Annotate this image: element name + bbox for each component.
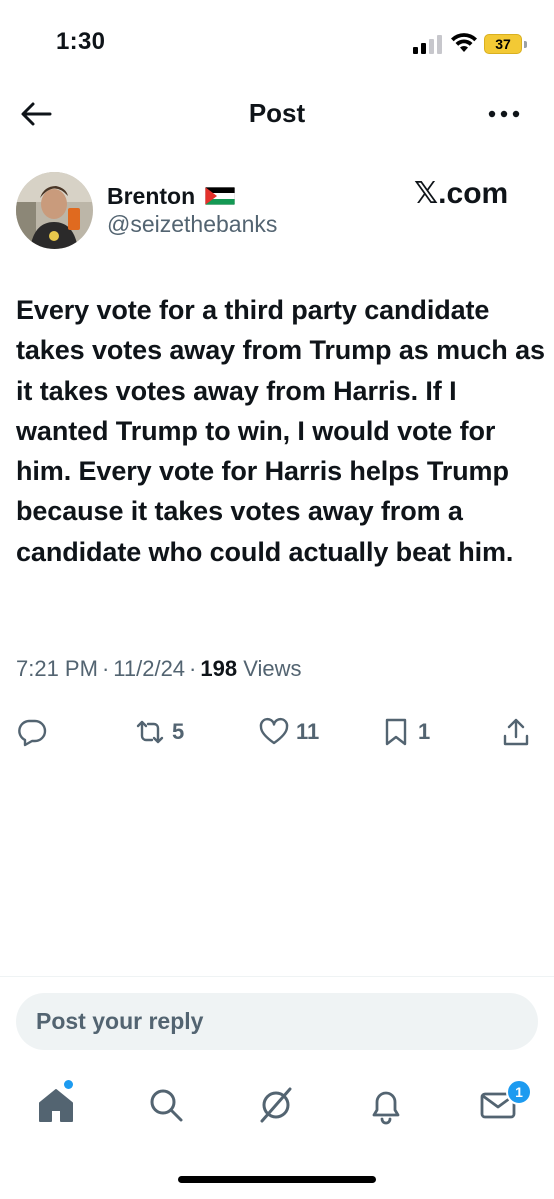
wifi-icon xyxy=(451,33,477,52)
status-time: 1:30 xyxy=(56,28,106,55)
like-count: 11 xyxy=(296,719,320,744)
meta-separator: · xyxy=(189,656,197,681)
xcom-watermark: 𝕏.com xyxy=(414,177,509,210)
home-icon xyxy=(39,1089,73,1122)
meta-separator: · xyxy=(101,656,110,681)
grok-icon xyxy=(260,1087,292,1123)
heart-icon xyxy=(259,717,289,745)
tab-home[interactable] xyxy=(34,1083,78,1127)
header: Post xyxy=(0,86,554,142)
repost-count: 5 xyxy=(172,719,185,744)
bookmark-count: 1 xyxy=(418,719,431,744)
reply-input[interactable] xyxy=(36,993,516,1050)
avatar[interactable] xyxy=(16,172,93,249)
reply-composer[interactable] xyxy=(16,993,538,1050)
post-date: 11/2/24 xyxy=(113,656,186,681)
bottom-tab-bar xyxy=(0,1075,554,1135)
reply-button[interactable] xyxy=(16,710,48,754)
status-bar: 1:30 37 xyxy=(0,0,554,86)
user-handle[interactable]: @seizethebanks xyxy=(107,211,277,238)
home-indicator xyxy=(178,1176,376,1183)
page-title: Post xyxy=(248,98,306,128)
reply-icon xyxy=(18,719,47,747)
more-dots-icon[interactable] xyxy=(484,98,524,130)
search-icon xyxy=(150,1089,183,1122)
divider xyxy=(0,976,554,977)
messages-badge: 1 xyxy=(506,1079,532,1105)
post-meta: 7:21 PM · 11/2/24 · 198 Views xyxy=(16,656,302,682)
battery-level: 37 xyxy=(495,36,511,52)
views-count: 198 xyxy=(200,656,238,681)
repost-button[interactable]: 5 xyxy=(134,710,184,754)
display-name[interactable]: Brenton xyxy=(107,183,195,210)
share-icon xyxy=(503,718,529,746)
battery-icon: 37 xyxy=(484,34,522,54)
home-unread-dot xyxy=(64,1080,73,1089)
share-button[interactable] xyxy=(500,710,532,754)
tab-search[interactable] xyxy=(144,1083,188,1127)
post-text: Every vote for a third party candidate t… xyxy=(16,295,545,567)
palestine-flag-icon xyxy=(205,187,236,205)
post-time: 7:21 PM xyxy=(16,656,98,681)
repost-icon xyxy=(136,720,164,744)
cellular-signal-icon xyxy=(413,35,442,54)
bookmark-button[interactable]: 1 xyxy=(380,710,430,754)
author-row: Brenton xyxy=(107,180,236,212)
views-label: Views xyxy=(243,656,302,681)
tab-grok[interactable] xyxy=(254,1083,298,1127)
avatar-photo xyxy=(16,172,93,249)
tab-notifications[interactable] xyxy=(364,1083,408,1127)
notifications-icon xyxy=(372,1091,400,1125)
bookmark-icon xyxy=(385,718,407,746)
battery-cap xyxy=(524,41,527,48)
like-button[interactable]: 11 xyxy=(258,710,319,754)
action-bar: 5 11 1 xyxy=(0,710,554,754)
